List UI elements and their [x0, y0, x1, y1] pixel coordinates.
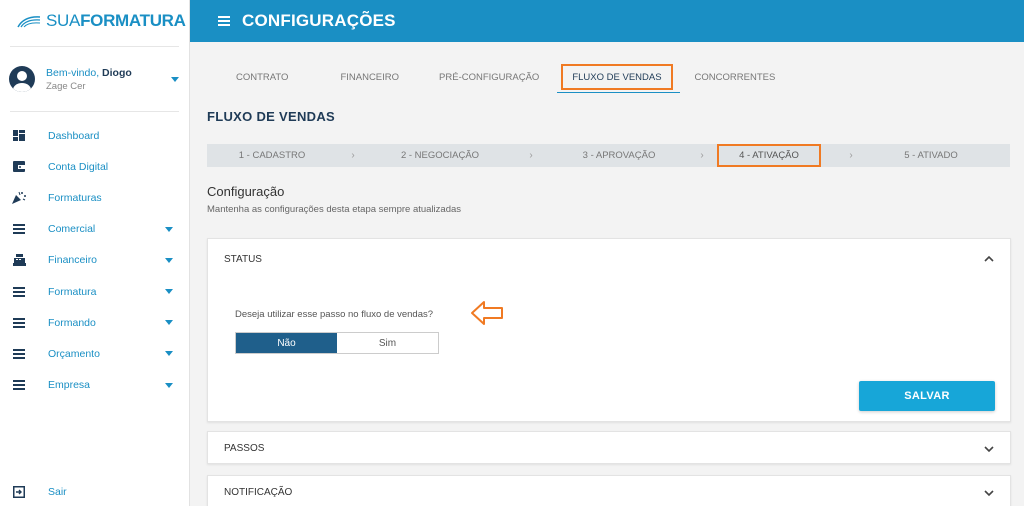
chevron-down-icon — [165, 351, 173, 357]
wallet-icon — [12, 160, 26, 174]
chevron-down-icon[interactable] — [984, 444, 994, 454]
step-separator-icon: › — [351, 150, 355, 161]
sidebar-divider — [10, 111, 179, 112]
tab-contrato[interactable]: CONTRATO — [207, 64, 314, 90]
hamburger-menu-icon[interactable] — [218, 16, 230, 26]
sidebar-item-formando[interactable]: Formando — [0, 307, 189, 338]
notificacao-panel-title: NOTIFICAÇÃO — [224, 487, 293, 498]
status-question: Deseja utilizar esse passo no fluxo de v… — [235, 309, 434, 320]
status-toggle: Não Sim — [235, 332, 439, 354]
tab-concorrentes[interactable]: CONCORRENTES — [687, 64, 802, 90]
tab-fluxo-de-vendas[interactable]: FLUXO DE VENDAS — [557, 64, 680, 93]
sidebar-item-conta-digital[interactable]: Conta Digital — [0, 151, 189, 182]
sidebar: SUAFORMATURA Bem-vindo, Diogo Zage Cer D… — [0, 0, 190, 506]
step-aprovacao[interactable]: 3 - APROVAÇÃO — [551, 150, 687, 161]
step-negociacao[interactable]: 2 - NEGOCIAÇÃO — [369, 150, 511, 161]
sales-flow-stepper: 1 - CADASTRO › 2 - NEGOCIAÇÃO › 3 - APRO… — [207, 144, 1010, 167]
arrow-left-hint-icon — [471, 301, 503, 325]
chevron-down-icon — [165, 257, 173, 263]
config-tabs: CONTRATO FINANCEIRO PRÉ-CONFIGURAÇÃO FLU… — [207, 64, 802, 93]
sidebar-item-formatura[interactable]: Formatura — [0, 276, 189, 307]
menu-lines-icon — [12, 378, 26, 392]
config-title: Configuração — [207, 184, 285, 199]
notificacao-panel-header[interactable]: NOTIFICAÇÃO — [208, 476, 1010, 506]
logout-button[interactable]: Sair — [12, 484, 67, 500]
top-bar: CONFIGURAÇÕES — [190, 0, 1024, 42]
page-title: CONFIGURAÇÕES — [242, 11, 396, 30]
step-separator-icon: › — [529, 150, 533, 161]
notificacao-panel: NOTIFICAÇÃO — [207, 475, 1011, 506]
chevron-down-icon — [165, 226, 173, 232]
chevron-down-icon — [165, 382, 173, 388]
passos-panel-title: PASSOS — [224, 443, 265, 454]
status-panel-header[interactable]: STATUS — [208, 239, 1010, 279]
brand-logo[interactable]: SUAFORMATURA — [0, 0, 189, 42]
chevron-down-icon[interactable] — [984, 488, 994, 498]
menu-lines-icon — [12, 285, 26, 299]
menu-lines-icon — [12, 222, 26, 236]
logout-icon — [12, 485, 26, 499]
step-ativado[interactable]: 5 - ATIVADO — [881, 150, 981, 161]
brand-name: SUAFORMATURA — [46, 11, 186, 30]
status-panel-title: STATUS — [224, 253, 262, 265]
chevron-down-icon — [165, 289, 173, 295]
sidebar-item-financeiro[interactable]: Financeiro — [0, 245, 189, 276]
section-title: FLUXO DE VENDAS — [207, 109, 336, 124]
sidebar-menu: Dashboard Conta Digital Formaturas Comer… — [0, 120, 189, 401]
status-panel: STATUS Deseja utilizar esse passo no flu… — [207, 238, 1011, 422]
sidebar-item-formaturas[interactable]: Formaturas — [0, 182, 189, 213]
cash-register-icon — [12, 253, 26, 267]
save-button[interactable]: SALVAR — [859, 381, 995, 411]
chevron-up-icon[interactable] — [984, 254, 994, 264]
chevron-down-icon — [165, 320, 173, 326]
sidebar-item-dashboard[interactable]: Dashboard — [0, 120, 189, 151]
step-ativacao[interactable]: 4 - ATIVAÇÃO — [717, 144, 821, 167]
step-separator-icon: › — [849, 150, 853, 161]
sidebar-item-orcamento[interactable]: Orçamento — [0, 338, 189, 369]
sidebar-item-comercial[interactable]: Comercial — [0, 214, 189, 245]
user-menu-chevron-down-icon[interactable] — [171, 76, 179, 82]
passos-panel: PASSOS — [207, 431, 1011, 464]
tab-financeiro[interactable]: FINANCEIRO — [314, 64, 425, 90]
config-subtitle: Mantenha as configurações desta etapa se… — [207, 204, 462, 215]
user-profile[interactable]: Bem-vindo, Diogo Zage Cer — [0, 47, 189, 107]
user-welcome: Bem-vindo, Diogo — [46, 66, 132, 79]
tab-pre-configuracao[interactable]: PRÉ-CONFIGURAÇÃO — [425, 64, 547, 90]
step-separator-icon: › — [700, 150, 704, 161]
sidebar-item-empresa[interactable]: Empresa — [0, 370, 189, 401]
party-icon — [12, 191, 26, 205]
option-nao-button[interactable]: Não — [236, 333, 337, 353]
dashboard-icon — [12, 129, 26, 143]
menu-lines-icon — [12, 316, 26, 330]
avatar — [9, 66, 35, 92]
passos-panel-header[interactable]: PASSOS — [208, 432, 1010, 465]
user-org: Zage Cer — [46, 80, 86, 92]
step-cadastro[interactable]: 1 - CADASTRO — [207, 150, 337, 161]
logo-icon — [17, 16, 41, 28]
option-sim-button[interactable]: Sim — [337, 333, 438, 353]
menu-lines-icon — [12, 347, 26, 361]
